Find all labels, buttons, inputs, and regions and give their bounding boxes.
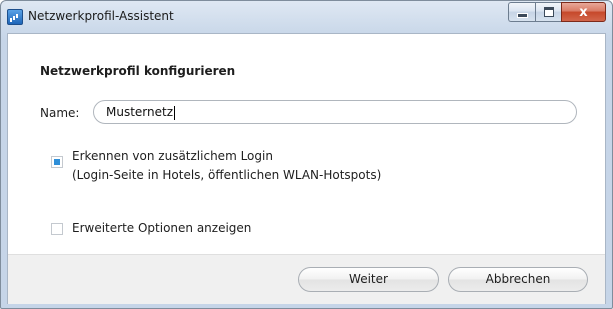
wizard-window: Netzwerkprofil-Assistent x Netzwerkprofi… (0, 0, 613, 309)
close-button[interactable]: x (561, 2, 606, 22)
advanced-options-label[interactable]: Erweiterte Optionen anzeigen (72, 221, 251, 235)
name-label: Name: (40, 106, 80, 120)
advanced-options-checkbox[interactable] (51, 223, 63, 235)
login-detection-label-line1: Erkennen von zusätzlichem Login (72, 149, 273, 163)
maximize-icon (543, 7, 554, 17)
minimize-icon (516, 12, 528, 18)
button-bar: Weiter Abbrechen (8, 254, 605, 304)
name-input[interactable]: Musternetz (93, 100, 577, 124)
dialog-content: Netzwerkprofil konfigurieren Name: Muste… (7, 33, 606, 304)
login-detection-label[interactable]: Erkennen von zusätzlichem Login (Login-S… (72, 147, 381, 185)
text-caret (174, 105, 176, 120)
network-signal-icon (7, 9, 23, 25)
next-button[interactable]: Weiter (298, 267, 439, 292)
page-title: Netzwerkprofil konfigurieren (40, 64, 236, 78)
title-bar[interactable]: Netzwerkprofil-Assistent x (1, 1, 612, 33)
window-title: Netzwerkprofil-Assistent (28, 9, 174, 23)
cancel-button[interactable]: Abbrechen (448, 267, 588, 292)
caption-buttons: x (508, 2, 606, 22)
login-detection-checkbox[interactable] (51, 156, 63, 168)
minimize-button[interactable] (508, 2, 535, 22)
close-icon: x (579, 4, 588, 20)
login-detection-label-line2: (Login-Seite in Hotels, öffentlichen WLA… (72, 168, 382, 182)
maximize-button[interactable] (535, 2, 561, 22)
name-input-value: Musternetz (106, 105, 174, 119)
